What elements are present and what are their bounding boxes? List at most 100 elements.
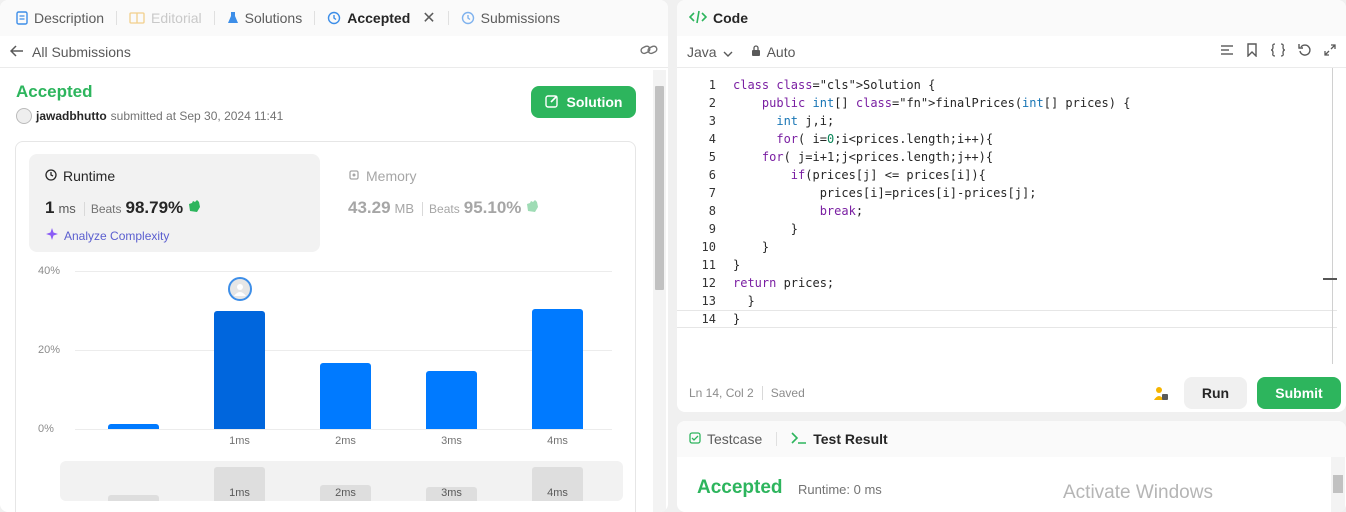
submit-button[interactable]: Submit bbox=[1257, 377, 1341, 409]
code-editor[interactable]: 1 class class="cls">Solution { 2 public in… bbox=[677, 76, 1337, 328]
test-result-runtime: Runtime: 0 ms bbox=[798, 482, 882, 497]
mode-label: Auto bbox=[766, 43, 796, 60]
expand-icon[interactable] bbox=[1324, 43, 1336, 60]
memory-box[interactable]: Memory 43.29 MB Beats 95.10% bbox=[336, 154, 616, 252]
braces-icon[interactable] bbox=[1270, 43, 1286, 60]
tab-solutions[interactable]: Solutions bbox=[223, 0, 307, 36]
username[interactable]: jawadbhutto bbox=[36, 109, 107, 123]
range-selector-bar bbox=[108, 495, 159, 501]
memory-beats-pct: 95.10% bbox=[463, 198, 522, 217]
tab-description[interactable]: Description bbox=[12, 0, 108, 36]
avatar[interactable] bbox=[16, 108, 32, 124]
runtime-unit: ms bbox=[58, 201, 76, 216]
code-text: public int[] class="fn">finalPrices(int[… bbox=[761, 96, 1131, 110]
code-line[interactable]: 11} bbox=[677, 256, 1337, 274]
tab-editorial-label: Editorial bbox=[151, 10, 202, 26]
analyze-complexity-link[interactable]: Analyze Complexity bbox=[45, 227, 169, 244]
scrollbar-thumb[interactable] bbox=[655, 86, 664, 290]
code-line[interactable]: 13 } bbox=[677, 292, 1337, 310]
checkbox-icon bbox=[689, 431, 701, 447]
code-line[interactable]: 7 prices[i]=prices[i]-prices[j]; bbox=[677, 184, 1337, 202]
code-text: } bbox=[733, 312, 741, 326]
test-scrollbar[interactable] bbox=[1331, 457, 1345, 512]
tab-divider bbox=[314, 11, 316, 25]
solution-button-label: Solution bbox=[566, 94, 623, 110]
chart-bar[interactable] bbox=[426, 370, 477, 429]
chart-bar[interactable] bbox=[108, 424, 159, 429]
tab-divider bbox=[213, 11, 215, 25]
left-scrollbar[interactable] bbox=[653, 70, 666, 512]
runtime-beats-pct: 98.79% bbox=[125, 198, 184, 217]
tab-solutions-label: Solutions bbox=[244, 10, 303, 26]
submission-byline: jawadbhutto submitted at Sep 30, 2024 11… bbox=[16, 108, 283, 124]
language-select[interactable]: Java bbox=[687, 44, 733, 60]
chevron-down-icon bbox=[723, 44, 733, 60]
runtime-number: 1 bbox=[45, 198, 55, 217]
editor-scroll-marker bbox=[1323, 278, 1337, 280]
windows-watermark: Activate Windows bbox=[1063, 482, 1213, 503]
code-text: for( j=i+1;j<prices.length;j++){ bbox=[761, 150, 994, 164]
tab-divider bbox=[447, 11, 449, 25]
chart-bar[interactable] bbox=[320, 363, 371, 429]
memory-value: 43.29 MB Beats 95.10% bbox=[348, 198, 541, 218]
y-tick-label: 0% bbox=[38, 423, 54, 435]
arrow-left-icon bbox=[9, 44, 24, 60]
code-line[interactable]: 6 if(prices[j] <= prices[i]){ bbox=[677, 166, 1337, 184]
run-button[interactable]: Run bbox=[1184, 377, 1247, 409]
runtime-distribution-chart: 40% 20% 0% 1ms 2ms 3ms 4ms 1ms 2ms 3ms 4ms bbox=[16, 255, 626, 505]
tab-editorial[interactable]: Editorial bbox=[125, 0, 206, 36]
mode-indicator[interactable]: Auto bbox=[751, 43, 796, 60]
analyze-complexity-label: Analyze Complexity bbox=[64, 228, 170, 243]
gridline bbox=[75, 271, 612, 272]
code-line[interactable]: 8 break; bbox=[677, 202, 1337, 220]
history-icon bbox=[461, 11, 475, 25]
all-submissions-link[interactable]: All Submissions bbox=[9, 43, 131, 60]
memory-title-label: Memory bbox=[366, 168, 417, 184]
code-line[interactable]: 10 } bbox=[677, 238, 1337, 256]
runtime-box[interactable]: Runtime 1 ms Beats 98.79% Analyze Comple… bbox=[29, 154, 320, 252]
chart-bar[interactable] bbox=[532, 308, 583, 429]
code-text: class class="cls">Solution { bbox=[733, 78, 936, 92]
share-link-icon[interactable] bbox=[640, 43, 658, 60]
tab-submissions[interactable]: Submissions bbox=[457, 0, 564, 36]
chart-range-selector[interactable]: 1ms 2ms 3ms 4ms bbox=[60, 461, 623, 501]
debugger-icon[interactable] bbox=[1151, 384, 1169, 407]
bookmark-icon[interactable] bbox=[1246, 43, 1258, 60]
code-tab-bar: Code bbox=[677, 0, 1346, 36]
memory-title: Memory bbox=[348, 168, 417, 184]
test-tab-bar: Testcase Test Result bbox=[677, 421, 1346, 457]
cursor-position: Ln 14, Col 2 bbox=[689, 386, 754, 400]
tab-testcase[interactable]: Testcase bbox=[707, 431, 762, 447]
all-submissions-label: All Submissions bbox=[32, 43, 131, 60]
tab-divider bbox=[776, 432, 778, 446]
chart-bar[interactable] bbox=[214, 311, 265, 429]
line-number: 8 bbox=[708, 204, 716, 218]
range-selector-bar: 3ms bbox=[426, 487, 477, 501]
code-line[interactable]: 14} bbox=[677, 310, 1337, 328]
scrollbar-thumb[interactable] bbox=[1333, 475, 1343, 493]
code-line[interactable]: 3 int j,i; bbox=[677, 112, 1337, 130]
code-line[interactable]: 1 class class="cls">Solution { bbox=[677, 76, 1337, 94]
close-icon[interactable]: ✕ bbox=[422, 8, 435, 28]
tab-test-result[interactable]: Test Result bbox=[813, 431, 887, 447]
tab-accepted[interactable]: Accepted ✕ bbox=[323, 0, 439, 36]
reset-icon[interactable] bbox=[1298, 43, 1312, 60]
code-icon bbox=[688, 10, 708, 27]
code-line[interactable]: 9 } bbox=[677, 220, 1337, 238]
edit-icon bbox=[544, 94, 559, 111]
code-line[interactable]: 12 return prices; bbox=[677, 274, 1337, 292]
line-number: 1 bbox=[708, 78, 716, 92]
code-line[interactable]: 2 public int[] class="fn">finalPrices(in… bbox=[677, 94, 1337, 112]
sparkle-icon bbox=[45, 227, 59, 244]
range-selector-bar: 2ms bbox=[320, 485, 371, 501]
solution-button[interactable]: Solution bbox=[531, 86, 636, 118]
editor-actions bbox=[1220, 43, 1336, 60]
line-number: 5 bbox=[708, 150, 716, 164]
code-line[interactable]: 5 for( j=i+1;j<prices.length;j++){ bbox=[677, 148, 1337, 166]
gridline bbox=[75, 429, 612, 430]
format-icon[interactable] bbox=[1220, 43, 1234, 60]
code-line[interactable]: 4 for( i=0;i<prices.length;i++){ bbox=[677, 130, 1337, 148]
lock-icon bbox=[751, 44, 761, 60]
runtime-title-label: Runtime bbox=[63, 168, 116, 184]
code-toolbar: Java Auto bbox=[677, 36, 1346, 68]
